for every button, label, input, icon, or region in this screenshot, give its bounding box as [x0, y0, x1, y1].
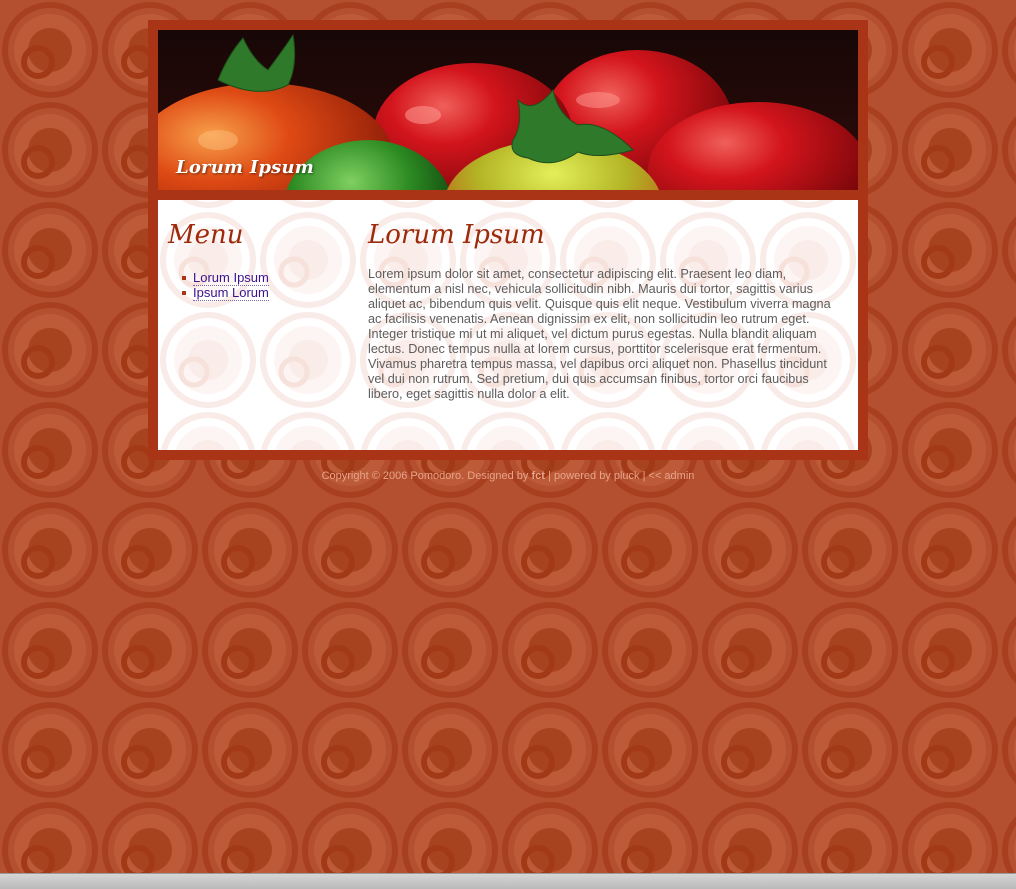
- square-bullet-icon: [182, 276, 186, 280]
- footer: Copyright © 2006 Pomodoro. Designed by f…: [148, 470, 868, 482]
- admin-link[interactable]: << admin: [649, 470, 695, 482]
- menu-heading: Menu: [168, 220, 244, 250]
- menu-link-ipsum-lorum[interactable]: Ipsum Lorum: [193, 285, 269, 301]
- content-area: Menu Lorum Ipsum Ipsum Lorum Lorum Ipsum…: [158, 200, 858, 450]
- main-content: Lorum Ipsum Lorem ipsum dolor sit amet, …: [368, 218, 846, 402]
- powered-by-link[interactable]: powered by pluck: [554, 470, 640, 482]
- footer-separator: |: [639, 470, 649, 482]
- page-title: Lorum Ipsum: [368, 220, 545, 250]
- menu-item: Lorum Ipsum: [182, 270, 348, 286]
- sidebar: Menu Lorum Ipsum Ipsum Lorum: [168, 218, 348, 301]
- copyright-text: Copyright © 2006 Pomodoro. Designed by: [321, 470, 532, 482]
- menu-link-lorum-ipsum[interactable]: Lorum Ipsum: [193, 270, 269, 286]
- header-banner: Lorum Ipsum: [158, 30, 858, 190]
- body-text: Lorem ipsum dolor sit amet, consectetur …: [368, 267, 831, 401]
- square-bullet-icon: [182, 291, 186, 295]
- menu-item: Ipsum Lorum: [182, 285, 348, 301]
- window-bottom-bar: [0, 873, 1016, 889]
- page-frame: Lorum Ipsum Menu Lorum Ipsum Ipsum Lorum…: [148, 20, 868, 460]
- footer-separator: |: [544, 470, 554, 482]
- designer-link[interactable]: fct: [532, 470, 545, 482]
- menu-list: Lorum Ipsum Ipsum Lorum: [168, 270, 348, 301]
- site-title: Lorum Ipsum: [176, 157, 315, 178]
